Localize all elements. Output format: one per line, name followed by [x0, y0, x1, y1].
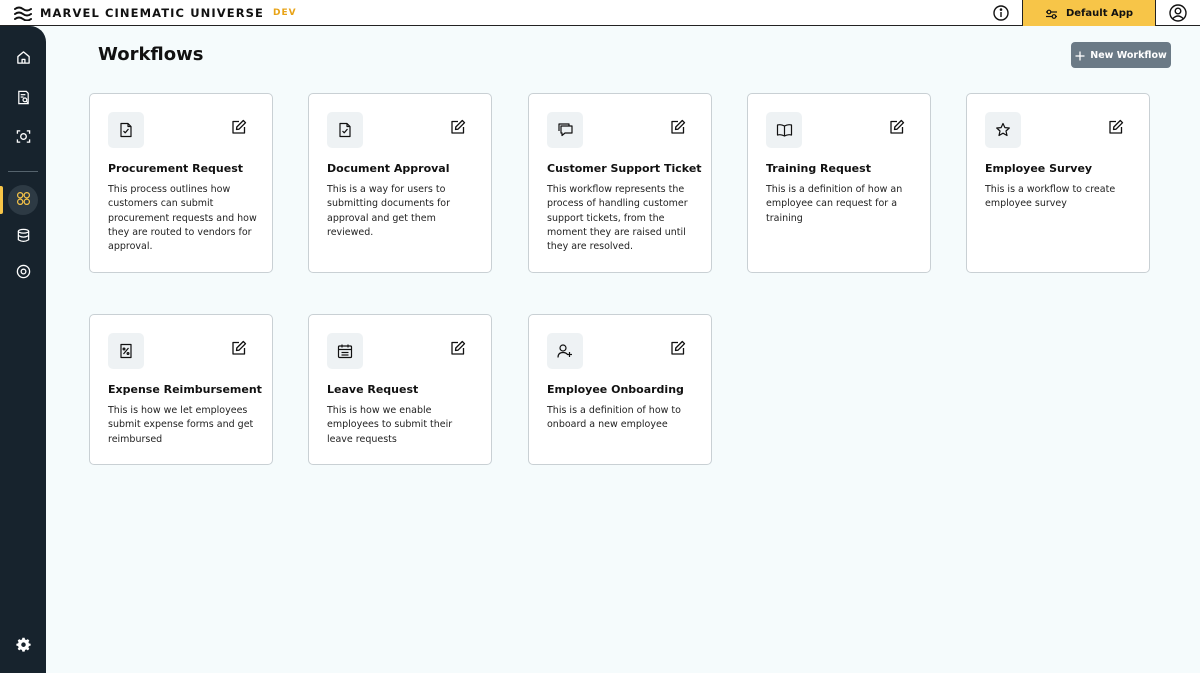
active-indicator	[0, 186, 3, 214]
edit-icon[interactable]	[449, 339, 467, 357]
workflow-card-document-approval[interactable]: Document Approval This is a way for user…	[308, 93, 492, 273]
workflow-description: This process outlines how customers can …	[108, 184, 257, 253]
target-icon	[16, 264, 31, 283]
app-selector-button[interactable]: Default App	[1022, 0, 1156, 26]
sidebar-divider	[8, 171, 38, 172]
workflow-card-employee-onboarding[interactable]: Employee Onboarding This is a definition…	[528, 314, 712, 465]
sidebar-item-database[interactable]	[8, 222, 38, 252]
star-icon	[985, 112, 1021, 148]
new-workflow-label: New Workflow	[1090, 49, 1167, 61]
new-workflow-button[interactable]: New Workflow	[1071, 42, 1171, 68]
edit-icon[interactable]	[888, 118, 906, 136]
workflow-card-procurement-request[interactable]: Procurement Request This process outline…	[89, 93, 273, 273]
edit-icon[interactable]	[230, 339, 248, 357]
workflow-title: Leave Request	[327, 383, 419, 396]
sidebar-item-workflows[interactable]	[8, 185, 38, 215]
edit-icon[interactable]	[669, 118, 687, 136]
workflow-description: This is how we enable employees to submi…	[327, 405, 453, 445]
sidebar-item-home[interactable]	[8, 44, 38, 74]
workflow-description: This is a way for users to submitting do…	[327, 184, 451, 238]
workflow-title: Training Request	[766, 162, 871, 175]
workflow-title: Customer Support Ticket	[547, 162, 702, 175]
book-icon	[766, 112, 802, 148]
workflow-description: This is a definition of how an employee …	[766, 184, 903, 224]
edit-icon[interactable]	[449, 118, 467, 136]
workflows-icon	[16, 191, 31, 210]
brand[interactable]: MARVEL CINEMATIC UNIVERSE DEV	[14, 4, 297, 22]
workflow-card-expense-reimbursement[interactable]: Expense Reimbursement This is how we let…	[89, 314, 273, 465]
user-circle-icon[interactable]	[1169, 4, 1187, 22]
workflow-card-customer-support-ticket[interactable]: Customer Support Ticket This workflow re…	[528, 93, 712, 273]
edit-icon[interactable]	[1107, 118, 1125, 136]
chat-bubbles-icon	[547, 112, 583, 148]
workflow-title: Procurement Request	[108, 162, 244, 175]
user-add-icon	[547, 333, 583, 369]
workflow-title: Document Approval	[327, 162, 450, 175]
sidebar-item-scan[interactable]	[8, 123, 38, 153]
waves-logo-icon	[14, 5, 32, 21]
scan-icon	[16, 129, 31, 148]
document-check-icon	[327, 112, 363, 148]
sidebar	[0, 26, 46, 673]
workflow-title: Employee Onboarding	[547, 383, 684, 396]
calendar-icon	[327, 333, 363, 369]
workflow-title: Employee Survey	[985, 162, 1093, 175]
sidebar-item-target[interactable]	[8, 258, 38, 288]
receipt-percent-icon	[108, 333, 144, 369]
workflow-title: Expense Reimbursement	[108, 383, 262, 396]
home-icon	[16, 50, 31, 69]
workflow-card-employee-survey[interactable]: Employee Survey This is a workflow to cr…	[966, 93, 1150, 273]
brand-name: MARVEL CINEMATIC UNIVERSE	[40, 6, 264, 20]
workflow-card-leave-request[interactable]: Leave Request This is how we enable empl…	[308, 314, 492, 465]
top-bar: MARVEL CINEMATIC UNIVERSE DEV Default Ap…	[0, 0, 1200, 26]
sliders-icon	[1045, 4, 1058, 23]
workflow-description: This workflow represents the process of …	[547, 184, 688, 253]
workflow-description: This is a definition of how to onboard a…	[547, 405, 681, 431]
database-icon	[16, 228, 31, 247]
env-badge: DEV	[273, 8, 297, 18]
app-selector-label: Default App	[1065, 7, 1134, 19]
plus-icon	[1075, 46, 1085, 65]
page-title: Workflows	[98, 44, 204, 65]
sidebar-item-settings[interactable]	[8, 631, 38, 661]
sidebar-item-documents-search[interactable]	[8, 84, 38, 114]
workflow-description: This is how we let employees submit expe…	[108, 405, 254, 445]
document-search-icon	[16, 90, 31, 109]
workflow-description: This is a workflow to create employee su…	[985, 184, 1116, 210]
edit-icon[interactable]	[669, 339, 687, 357]
gear-icon	[15, 637, 31, 656]
document-check-icon	[108, 112, 144, 148]
info-icon[interactable]	[993, 5, 1009, 21]
workflow-card-training-request[interactable]: Training Request This is a definition of…	[747, 93, 931, 273]
edit-icon[interactable]	[230, 118, 248, 136]
